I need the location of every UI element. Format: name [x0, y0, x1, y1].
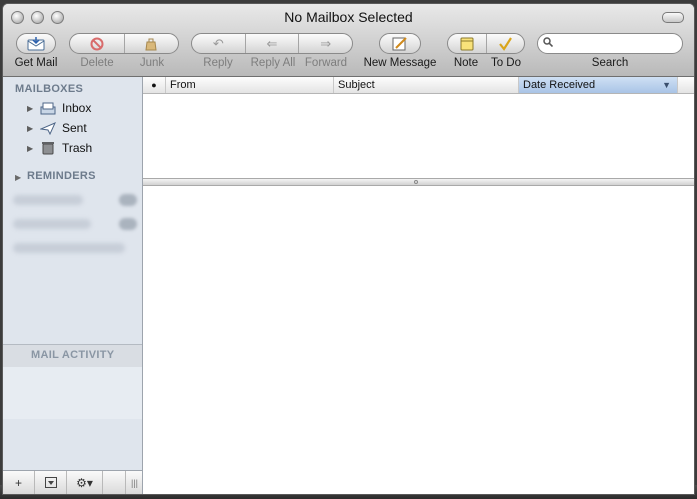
disclosure-triangle-icon[interactable]: ▶: [27, 144, 37, 153]
get-mail-label: Get Mail: [14, 57, 58, 69]
note-todo-group: [447, 33, 525, 54]
forward-label: Forward: [304, 57, 348, 69]
title-toolbar: No Mailbox Selected Get Mail Delete Junk…: [3, 4, 694, 77]
mail-activity-header: MAIL ACTIVITY: [3, 344, 142, 368]
sidebar-item-label: Trash: [62, 141, 93, 155]
inbox-tray-icon: [39, 101, 57, 115]
reply-all-button[interactable]: ⇐: [246, 34, 300, 53]
trash-can-icon: [39, 141, 57, 155]
blurred-reminder-row[interactable]: [13, 195, 83, 205]
note-label: Note: [453, 57, 479, 69]
compose-icon: [392, 36, 407, 50]
reply-arrow-icon: ↶: [212, 36, 224, 51]
search-field[interactable]: [537, 33, 683, 54]
column-date-received[interactable]: Date Received ▼: [519, 77, 678, 93]
message-list-header: ● From Subject Date Received ▼: [143, 77, 694, 94]
read-status-column[interactable]: ●: [143, 77, 166, 93]
column-from[interactable]: From: [166, 77, 334, 93]
note-button[interactable]: [448, 34, 487, 53]
window-title: No Mailbox Selected: [284, 9, 413, 25]
sidebar: MAILBOXES ▶ Inbox ▶ Sent ▶ Trash ▶ REMIN…: [3, 77, 143, 470]
sidebar-item-inbox[interactable]: ▶ Inbox: [27, 99, 91, 117]
mail-activity-title: MAIL ACTIVITY: [31, 349, 115, 361]
unread-dot-icon: ●: [151, 80, 157, 90]
message-preview-pane: [143, 186, 694, 494]
delete-label: Delete: [80, 57, 114, 69]
sidebar-item-sent[interactable]: ▶ Sent: [27, 119, 87, 137]
dropdown-box-icon: [44, 477, 57, 488]
delete-button[interactable]: [70, 34, 125, 53]
delete-icon: [90, 37, 104, 50]
mail-activity-panel: [3, 367, 142, 419]
disclosure-triangle-icon[interactable]: ▶: [27, 104, 37, 113]
get-mail-button[interactable]: [16, 33, 56, 54]
todo-label: To Do: [490, 57, 522, 69]
add-mailbox-button[interactable]: +: [3, 471, 35, 494]
gear-icon: ⚙▾: [76, 475, 93, 490]
plus-icon: +: [14, 475, 22, 490]
get-mail-icon: [27, 36, 45, 50]
sidebar-item-label: Sent: [62, 121, 87, 135]
reply-all-arrow-icon: ⇐: [266, 36, 278, 51]
todo-button[interactable]: [487, 34, 525, 53]
reply-button[interactable]: ↶: [192, 34, 246, 53]
reminders-disclosure-icon[interactable]: ▶: [15, 173, 21, 182]
mail-window: No Mailbox Selected Get Mail Delete Junk…: [2, 3, 695, 495]
reminders-header: REMINDERS: [27, 170, 96, 182]
resize-handle[interactable]: |||: [125, 471, 143, 494]
sidebar-item-trash[interactable]: ▶ Trash: [27, 139, 92, 157]
forward-button[interactable]: ⇒: [299, 34, 352, 53]
junk-button[interactable]: [125, 34, 179, 53]
junk-label: Junk: [139, 57, 165, 69]
delete-junk-group: [69, 33, 179, 54]
disclosure-triangle-icon[interactable]: ▶: [27, 124, 37, 133]
show-hide-button[interactable]: [35, 471, 67, 494]
mailboxes-header: MAILBOXES: [15, 83, 84, 95]
magnifier-icon: [543, 37, 553, 47]
new-message-button[interactable]: [379, 33, 421, 54]
forward-arrow-icon: ⇒: [320, 36, 332, 51]
blurred-reminder-row[interactable]: [13, 219, 91, 229]
sidebar-action-bar: + ⚙▾ |||: [3, 470, 143, 494]
splitter-grip-icon: [414, 180, 418, 184]
paper-plane-icon: [39, 121, 57, 135]
toolbar-toggle-button[interactable]: [662, 12, 684, 23]
blurred-reminder-row[interactable]: [13, 243, 125, 253]
sidebar-item-label: Inbox: [62, 101, 92, 115]
reply-group: ↶ ⇐ ⇒: [191, 33, 353, 54]
grip-icon: |||: [130, 477, 138, 488]
reply-label: Reply: [203, 57, 233, 69]
action-menu-button[interactable]: ⚙▾: [67, 471, 103, 494]
pane-splitter[interactable]: [143, 178, 694, 186]
column-subject[interactable]: Subject: [334, 77, 519, 93]
new-message-label: New Message: [363, 57, 437, 69]
blurred-count-badge: [119, 194, 137, 206]
search-label: Search: [591, 57, 629, 69]
checkmark-icon: [499, 36, 513, 51]
blurred-count-badge: [119, 218, 137, 230]
sort-descending-icon: ▼: [662, 80, 671, 90]
message-list[interactable]: [143, 94, 694, 178]
junk-bag-icon: [145, 38, 157, 50]
note-icon: [460, 37, 474, 50]
reply-all-label: Reply All: [250, 57, 296, 69]
column-date-label: Date Received: [523, 79, 596, 91]
